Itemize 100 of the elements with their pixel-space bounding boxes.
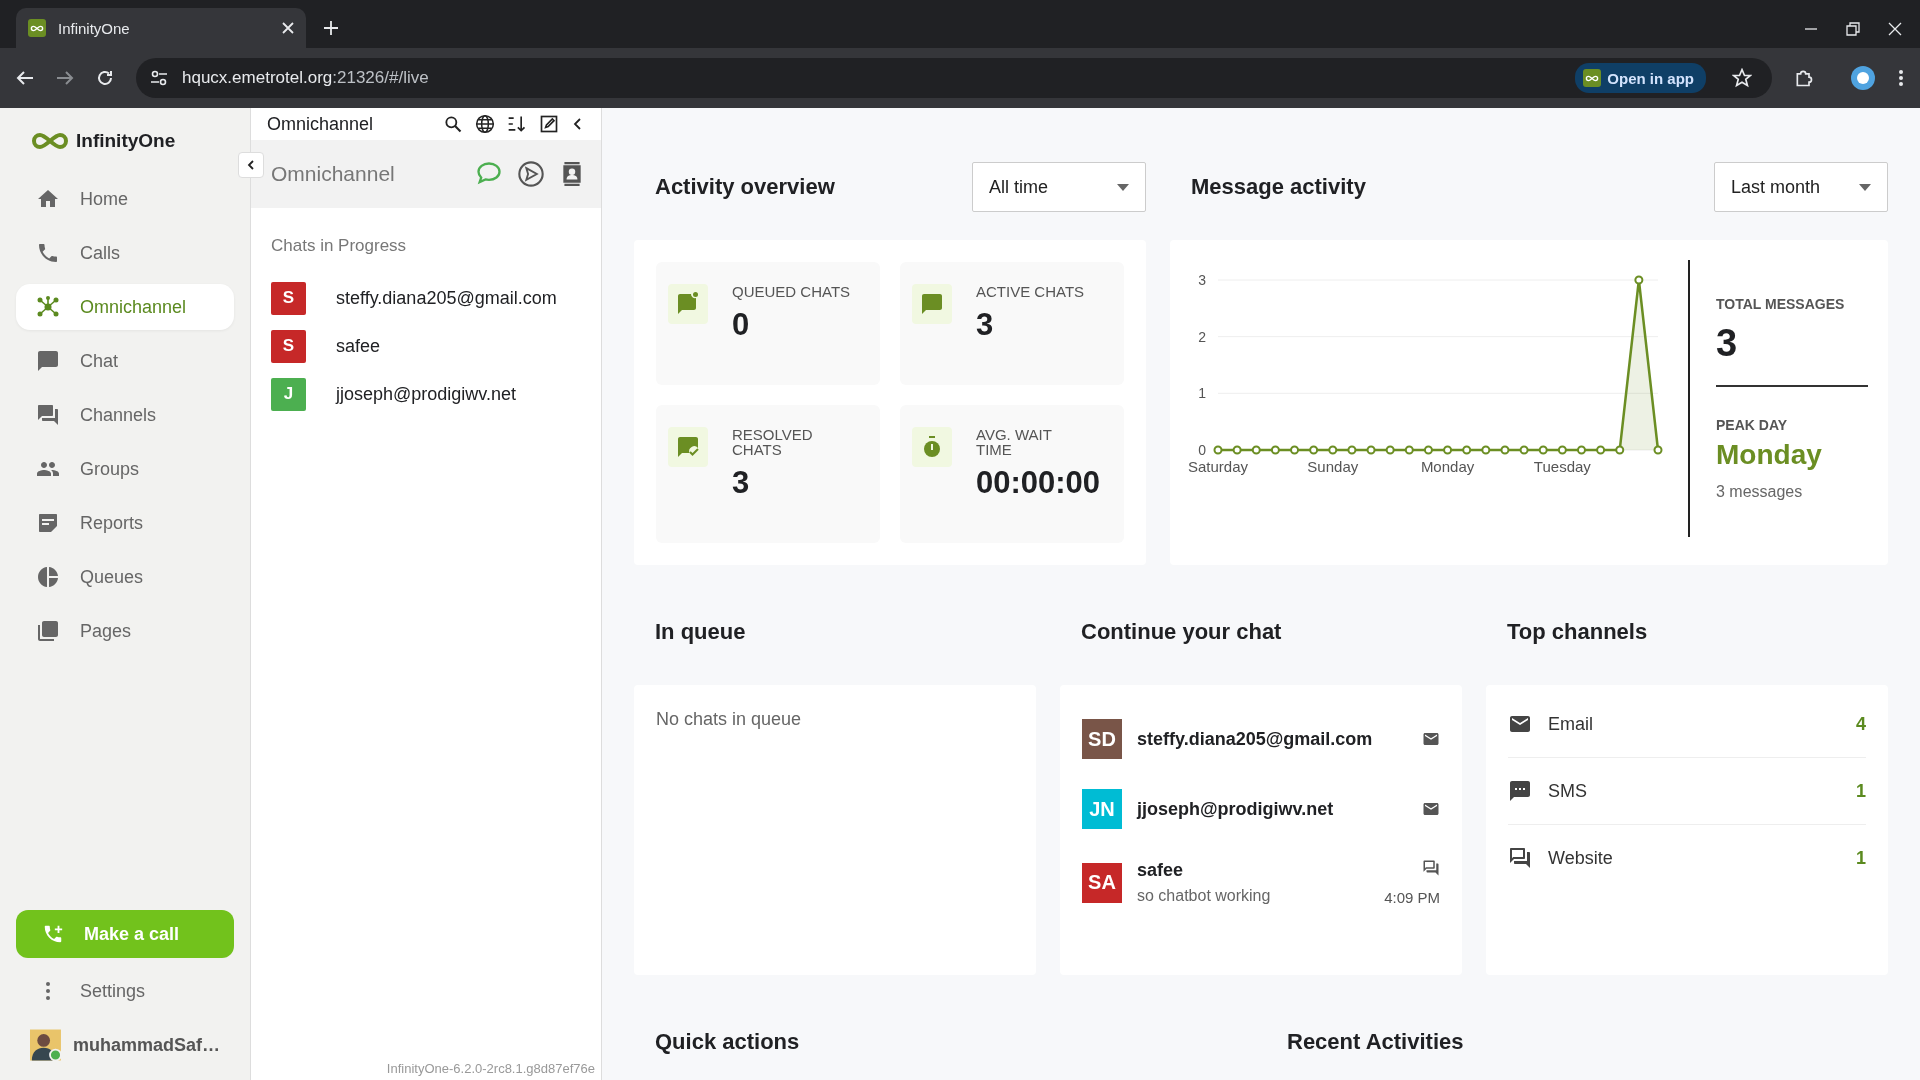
avatar: JN: [1082, 789, 1122, 829]
avatar: SD: [1082, 719, 1122, 759]
nav-item[interactable]: Settings: [16, 968, 234, 1014]
contact-name[interactable]: steffy.diana205@gmail.com: [336, 287, 557, 309]
data-point: [1404, 445, 1414, 455]
axis-label: Monday: [1420, 458, 1475, 475]
data-point: [1270, 445, 1280, 455]
section-title: Activity overview: [655, 174, 835, 200]
avatar: S: [271, 281, 306, 315]
axis-label: 0: [1198, 442, 1206, 458]
peak-count: 3 messages: [1716, 483, 1804, 501]
avatar: J: [271, 377, 306, 411]
channel-count: 4: [1856, 713, 1866, 735]
sms-icon: [1508, 779, 1532, 803]
back-icon[interactable]: [16, 69, 34, 87]
data-point: [1577, 445, 1586, 455]
chat-name[interactable]: safee: [1137, 860, 1370, 881]
channel-name: Website: [1548, 847, 1614, 869]
hub-icon: [36, 295, 60, 319]
restore-icon[interactable]: [1846, 22, 1860, 36]
panel-subtitle: Omnichannel: [271, 162, 396, 186]
chat-name[interactable]: jjoseph@prodigiwv.net: [1137, 798, 1407, 820]
chat-name[interactable]: steffy.diana205@gmail.com: [1137, 728, 1407, 750]
chat-check-icon: [676, 435, 700, 459]
data-point: [1538, 445, 1548, 455]
avatar-icon[interactable]: [30, 1028, 61, 1062]
stat-label: ACTIVE CHATS: [976, 284, 1086, 299]
stat-value: 3: [732, 465, 751, 501]
avatar: S: [271, 329, 306, 363]
data-point: [1653, 445, 1663, 455]
data-point: [1500, 445, 1510, 455]
brand-name: InfinityOne: [76, 130, 176, 152]
data-point: [1232, 445, 1242, 455]
version-text: InfinityOne-6.2.0-2rc8.1.g8d87ef76e: [385, 1060, 596, 1078]
nav-item[interactable]: Omnichannel: [16, 284, 234, 330]
profile-icon[interactable]: [1850, 65, 1876, 91]
axis-label: Sunday: [1307, 458, 1359, 475]
chat-icon: [36, 349, 60, 373]
channel-name: Email: [1548, 713, 1594, 735]
address-bar[interactable]: hqucx.emetrotel.org:21326/#/live Open in app: [136, 58, 1772, 98]
data-point: [1443, 445, 1453, 455]
email-icon: [1422, 800, 1440, 818]
data-point: [1213, 445, 1223, 455]
section-heading: Chats in Progress: [270, 235, 408, 257]
nav-item[interactable]: Pages: [16, 608, 234, 654]
data-point: [1309, 445, 1319, 455]
axis-label: Saturday: [1188, 458, 1248, 475]
contact-name[interactable]: safee: [336, 335, 381, 357]
search-icon[interactable]: [443, 114, 463, 134]
chat-dot-icon: [676, 292, 700, 316]
data-point: [1557, 445, 1567, 455]
channel-count: 1: [1856, 780, 1866, 802]
time-range-dropdown[interactable]: All time: [972, 162, 1146, 212]
more-icon[interactable]: [1898, 69, 1904, 87]
nav-item[interactable]: Calls: [16, 230, 234, 276]
nav-item[interactable]: Reports: [16, 500, 234, 546]
peak-day: Monday: [1716, 439, 1868, 471]
avatar: SA: [1082, 862, 1122, 903]
stat-value: 00:00:00: [976, 465, 1101, 501]
data-point: [1615, 445, 1625, 455]
data-point: [1366, 445, 1376, 455]
edit-icon[interactable]: [539, 114, 559, 134]
nav-item[interactable]: Queues: [16, 554, 234, 600]
globe-icon[interactable]: [475, 114, 495, 134]
collapse-button[interactable]: [238, 152, 264, 178]
data-point: [1423, 445, 1433, 455]
close-icon[interactable]: [282, 22, 294, 34]
stat-label: RESOLVED CHATS: [732, 427, 814, 457]
browser-tab[interactable]: InfinityOne: [16, 8, 306, 48]
nav-item[interactable]: Home: [16, 176, 234, 222]
star-icon[interactable]: [1732, 68, 1752, 88]
data-point: [1481, 445, 1491, 455]
stat-label: QUEUED CHATS: [732, 284, 852, 299]
message-preview: so chatbot working: [1137, 887, 1272, 905]
stat-value: 0: [732, 307, 751, 343]
axis-label: 2: [1198, 328, 1206, 345]
puzzle-icon[interactable]: [1794, 68, 1814, 88]
reload-icon[interactable]: [96, 69, 114, 87]
send-icon[interactable]: [517, 160, 545, 188]
pages-icon: [36, 619, 60, 643]
data-point: [1328, 445, 1338, 455]
chat-bubbles-icon: [36, 403, 60, 427]
sort-icon[interactable]: [507, 114, 527, 134]
data-point: [1347, 445, 1357, 455]
contact-name[interactable]: jjoseph@prodigiwv.net: [336, 383, 517, 405]
chevron-left-icon: [245, 159, 257, 171]
pie-chart-icon: [36, 565, 60, 589]
time-range-dropdown[interactable]: Last month: [1714, 162, 1888, 212]
stat-label: AVG. WAIT TIME: [976, 427, 1053, 457]
section-title: Continue your chat: [1081, 619, 1282, 645]
nav-item[interactable]: Channels: [16, 392, 234, 438]
open-in-app-button[interactable]: Open in app: [1575, 63, 1706, 93]
section-title: In queue: [655, 619, 746, 645]
nav-item[interactable]: Groups: [16, 446, 234, 492]
forward-icon[interactable]: [56, 69, 74, 87]
nav-item[interactable]: Chat: [16, 338, 234, 384]
user-name[interactable]: muhammadSaf…: [72, 1034, 220, 1056]
close-icon[interactable]: [1888, 22, 1902, 36]
new-tab-icon[interactable]: [324, 21, 338, 35]
chat-bubbles-icon: [1508, 846, 1532, 870]
